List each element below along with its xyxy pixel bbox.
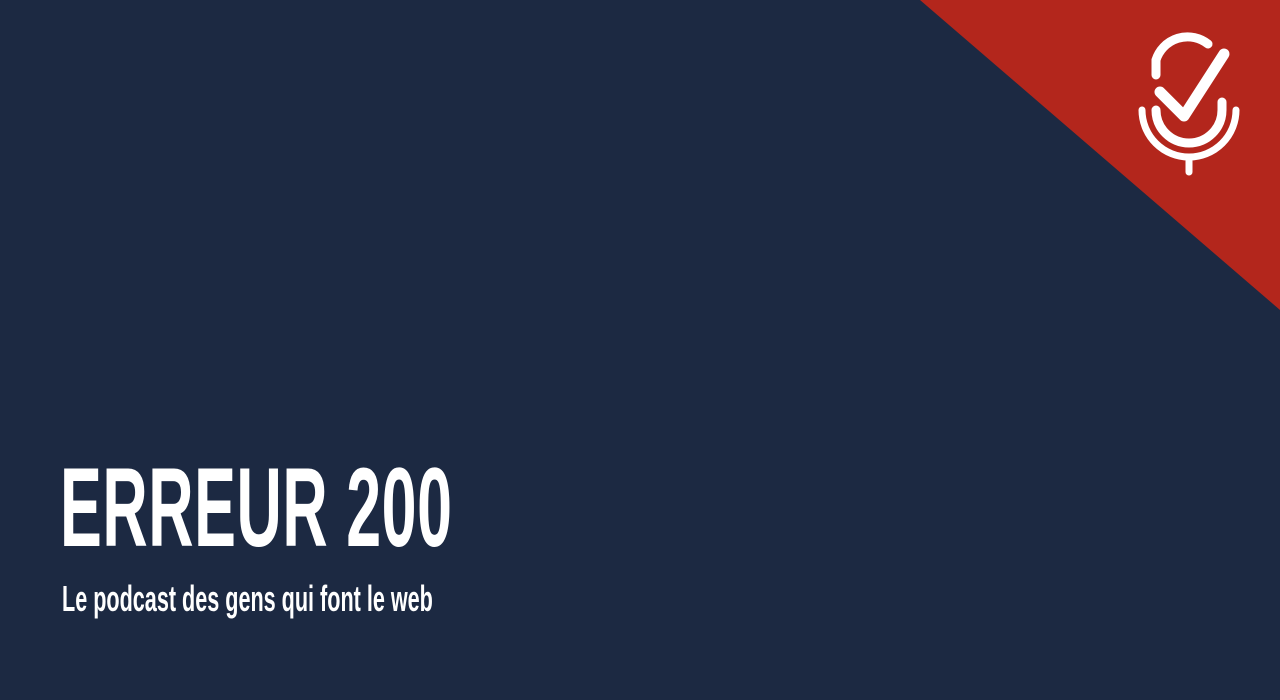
microphone-check-icon: [1138, 32, 1240, 176]
podcast-tagline: Le podcast des gens qui font le web: [62, 578, 433, 619]
podcast-title: ERREUR 200: [60, 445, 453, 570]
